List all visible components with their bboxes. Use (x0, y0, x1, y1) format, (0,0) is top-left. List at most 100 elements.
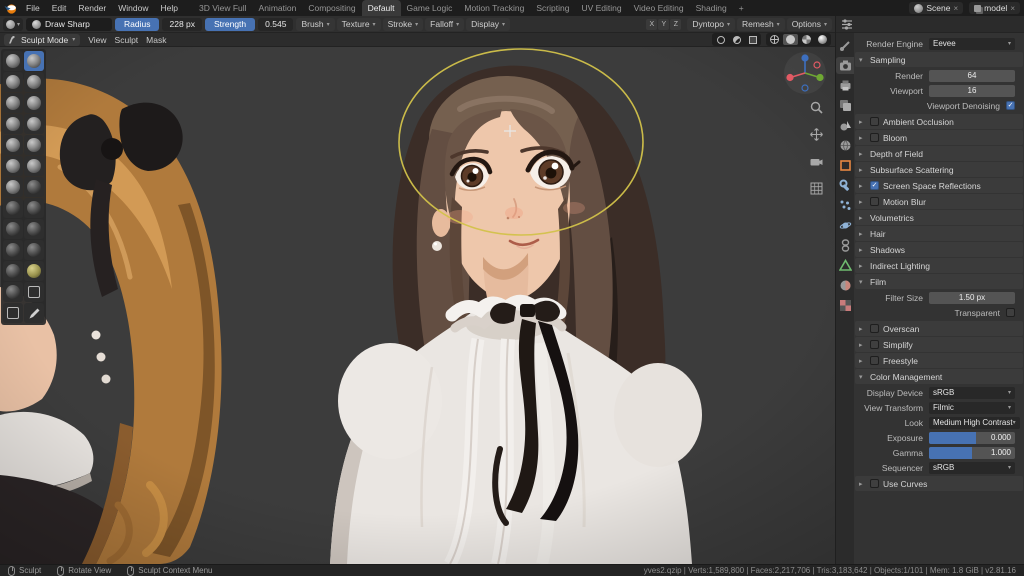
section-hair[interactable]: ▸ Hair (855, 226, 1023, 241)
mirror-z-toggle[interactable]: Z (670, 18, 682, 30)
scene-selector[interactable]: Scene × (909, 2, 964, 14)
add-workspace-button[interactable]: + (733, 0, 750, 16)
menu-window[interactable]: Window (112, 0, 154, 16)
checkbox-ambient-occlusion[interactable] (870, 117, 879, 126)
properties-tab-particles[interactable] (836, 197, 854, 214)
section-screen-space-reflections[interactable]: ▸ ✓ Screen Space Reflections (855, 178, 1023, 193)
workspace-tab-3d-view-full[interactable]: 3D View Full (193, 0, 253, 16)
properties-tab-scene[interactable] (836, 117, 854, 134)
properties-tab-material[interactable] (836, 277, 854, 294)
strength-slider[interactable]: Strength (205, 17, 256, 31)
section-ambient-occlusion[interactable]: ▸ Ambient Occlusion (855, 114, 1023, 129)
section-freestyle[interactable]: ▸ Freestyle (855, 353, 1023, 368)
properties-tab-tool[interactable] (836, 37, 854, 54)
properties-editor-icon[interactable] (841, 18, 853, 30)
view-layer-selector[interactable]: model × (969, 2, 1020, 14)
section-film[interactable]: ▾ Film (855, 274, 1023, 289)
popover-remesh[interactable]: Remesh ▾ (737, 17, 785, 31)
workspace-tab-motion-tracking[interactable]: Motion Tracking (458, 0, 530, 16)
brush-snake-hook[interactable] (24, 198, 44, 218)
display-device-dropdown[interactable]: sRGB ▾ (929, 386, 1015, 399)
workspace-tab-scripting[interactable]: Scripting (530, 0, 575, 16)
checkbox-motion-blur[interactable] (870, 197, 879, 206)
popover-stroke[interactable]: Stroke ▾ (382, 17, 424, 31)
mirror-x-toggle[interactable]: X (646, 18, 658, 30)
brush-smooth[interactable] (3, 135, 23, 155)
section-indirect-lighting[interactable]: ▸ Indirect Lighting (855, 258, 1023, 273)
editor-type-button[interactable]: ▾ (3, 17, 24, 31)
popover-texture[interactable]: Texture ▾ (336, 17, 381, 31)
popover-options[interactable]: Options ▾ (786, 17, 832, 31)
look-dropdown[interactable]: Medium High Contrast ▾ (929, 416, 1020, 429)
brush-inflate[interactable] (24, 93, 44, 113)
menu-help[interactable]: Help (154, 0, 183, 16)
checkbox-freestyle[interactable] (870, 356, 879, 365)
exposure-slider[interactable]: 0.000 (929, 431, 1015, 444)
toggle-xray-icon[interactable] (745, 34, 760, 45)
ortho-grid-icon[interactable] (810, 182, 823, 200)
checkbox-overscan[interactable] (870, 324, 879, 333)
brush-flatten[interactable] (24, 135, 44, 155)
checkbox-simplify[interactable] (870, 340, 879, 349)
zoom-icon[interactable] (810, 101, 823, 119)
workspace-tab-compositing[interactable]: Compositing (302, 0, 361, 16)
properties-tab-data[interactable] (836, 257, 854, 274)
section-subsurface-scattering[interactable]: ▸ Subsurface Scattering (855, 162, 1023, 177)
checkbox-viewport-denoising[interactable]: ✓ (1006, 101, 1015, 110)
shading-rendered-icon[interactable] (815, 34, 830, 45)
viewport-menu-view[interactable]: View (88, 35, 106, 45)
workspace-tab-animation[interactable]: Animation (253, 0, 303, 16)
popover-brush[interactable]: Brush ▾ (296, 17, 335, 31)
properties-tab-view-layer[interactable] (836, 97, 854, 114)
brush-slide-relax[interactable] (3, 261, 23, 281)
render-field[interactable]: 64 (929, 69, 1015, 82)
menu-render[interactable]: Render (72, 0, 112, 16)
sequencer-dropdown[interactable]: sRGB ▾ (929, 461, 1015, 474)
popover-dyntopo[interactable]: Dyntopo ▾ (687, 17, 736, 31)
gamma-slider[interactable]: 1.000 (929, 446, 1015, 459)
shading-solid-icon[interactable] (783, 34, 798, 45)
section-overscan[interactable]: ▸ Overscan (855, 321, 1023, 336)
brush-rotate[interactable] (24, 240, 44, 260)
brush-grab[interactable] (24, 177, 44, 197)
brush-clay[interactable] (3, 72, 23, 92)
brush-layer[interactable] (3, 93, 23, 113)
render-engine-dropdown[interactable]: Eevee ▾ (929, 37, 1015, 50)
brush-pose[interactable] (24, 219, 44, 239)
checkbox-bloom[interactable] (870, 133, 879, 142)
checkbox-transparent[interactable] (1006, 308, 1015, 317)
brush-elastic-deform[interactable] (3, 198, 23, 218)
workspace-tab-uv-editing[interactable]: UV Editing (575, 0, 627, 16)
brush-nudge[interactable] (3, 240, 23, 260)
brush-crease[interactable] (24, 114, 44, 134)
menu-file[interactable]: File (20, 0, 46, 16)
section-shadows[interactable]: ▸ Shadows (855, 242, 1023, 257)
scene-unlink-icon[interactable]: × (954, 4, 959, 13)
workspace-tab-shading[interactable]: Shading (690, 0, 733, 16)
workspace-tab-game-logic[interactable]: Game Logic (401, 0, 459, 16)
properties-tab-texture[interactable] (836, 297, 854, 314)
brush-thumb[interactable] (3, 219, 23, 239)
menu-edit[interactable]: Edit (46, 0, 73, 16)
viewport-field[interactable]: 16 (929, 84, 1015, 97)
checkbox-screen-space-reflections[interactable]: ✓ (870, 181, 879, 190)
brush-simplify[interactable] (24, 261, 44, 281)
brush-annotate[interactable] (24, 303, 44, 323)
brush-scrape[interactable] (24, 156, 44, 176)
brush-draw[interactable] (3, 51, 23, 71)
properties-tab-physics[interactable] (836, 217, 854, 234)
brush-blob[interactable] (3, 114, 23, 134)
show-gizmo-icon[interactable] (713, 34, 728, 45)
properties-tab-output[interactable] (836, 77, 854, 94)
section-volumetrics[interactable]: ▸ Volumetrics (855, 210, 1023, 225)
section-motion-blur[interactable]: ▸ Motion Blur (855, 194, 1023, 209)
active-brush-selector[interactable]: Draw Sharp (26, 17, 113, 31)
shading-wireframe-icon[interactable] (767, 34, 782, 45)
brush-box-mask[interactable] (24, 282, 44, 302)
brush-pinch[interactable] (3, 177, 23, 197)
section-depth-of-field[interactable]: ▸ Depth of Field (855, 146, 1023, 161)
section-simplify[interactable]: ▸ Simplify (855, 337, 1023, 352)
show-overlays-icon[interactable] (729, 34, 744, 45)
strength-value-field[interactable]: 0.545 (258, 17, 294, 31)
popover-falloff[interactable]: Falloff ▾ (425, 17, 465, 31)
